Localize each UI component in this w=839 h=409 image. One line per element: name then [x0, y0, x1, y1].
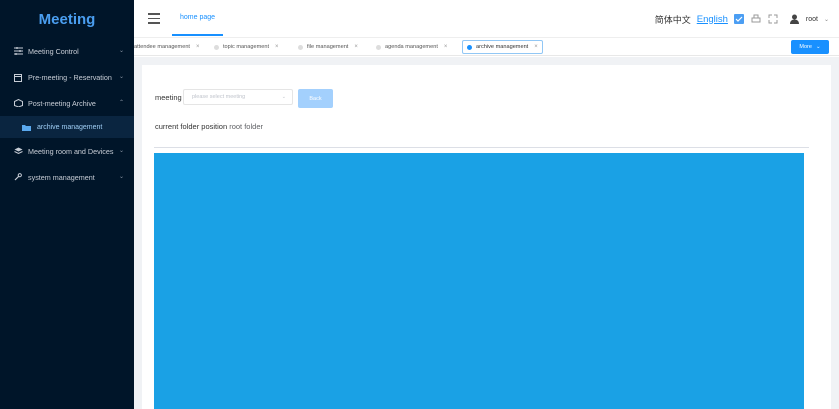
tab-topic-management[interactable]: topic management ×: [210, 40, 283, 54]
sidebar-item-system-management[interactable]: system management ⌄: [0, 164, 134, 190]
chevron-down-icon: ⌄: [118, 74, 124, 80]
tab-label: topic management: [223, 44, 270, 50]
chevron-down-icon: ⌄: [118, 148, 124, 154]
more-label: More: [799, 44, 812, 50]
file-list-panel[interactable]: [154, 153, 804, 409]
tab-attendee-management[interactable]: attendee management ×: [130, 40, 204, 54]
sidebar-item-pre-meeting[interactable]: Pre-meeting - Reservation ⌄: [0, 64, 134, 90]
close-icon[interactable]: ×: [196, 44, 200, 50]
tab-file-management[interactable]: file management ×: [294, 40, 362, 54]
calendar-icon: [13, 72, 23, 82]
close-icon[interactable]: ×: [354, 44, 358, 50]
tab-dot-icon: [214, 44, 219, 50]
layers-icon: [13, 146, 23, 156]
user-icon[interactable]: [789, 14, 800, 25]
chevron-down-icon: ⌄: [281, 94, 286, 100]
chevron-up-icon: ⌃: [118, 100, 124, 106]
sidebar-item-label: Meeting room and Devices: [28, 146, 114, 156]
tab-archive-management[interactable]: archive management ×: [462, 40, 543, 54]
sidebar-item-label: Meeting Control: [28, 46, 79, 56]
folder-position: current folder position root folder: [155, 122, 263, 131]
folder-icon: [22, 122, 32, 132]
sidebar-item-meeting-room[interactable]: Meeting room and Devices ⌄: [0, 138, 134, 164]
header-actions: 简体中文 English root ⌄: [655, 0, 829, 38]
language-chinese-link[interactable]: 简体中文: [655, 13, 691, 26]
close-icon[interactable]: ×: [444, 44, 448, 50]
tab-dot-icon: [376, 44, 381, 50]
menu-toggle-icon[interactable]: [148, 13, 160, 24]
tab-dot-icon: [298, 44, 303, 50]
chevron-down-icon: ⌄: [118, 174, 124, 180]
tab-dot-icon: [467, 44, 472, 50]
checkbox-icon[interactable]: [734, 14, 745, 25]
close-icon[interactable]: ×: [275, 44, 279, 50]
wrench-icon: [13, 172, 23, 182]
content-card: meeting please select meeting ⌄ Back cur…: [142, 65, 831, 409]
meeting-label: meeting: [155, 93, 182, 102]
sidebar-item-label: Pre-meeting - Reservation: [28, 72, 112, 82]
sidebar-item-meeting-control[interactable]: Meeting Control ⌄: [0, 38, 134, 64]
chevron-down-icon[interactable]: ⌄: [824, 16, 829, 23]
chevron-down-icon: ⌄: [815, 44, 821, 50]
folder-position-value: root folder: [229, 122, 263, 131]
sidebar-item-label: system management: [28, 172, 95, 182]
sidebar: Meeting Meeting Control ⌄ Pre-meeting - …: [0, 0, 134, 409]
divider: [154, 147, 809, 148]
print-icon[interactable]: [751, 14, 762, 25]
sidebar-item-label: archive management: [37, 123, 103, 131]
language-english-link[interactable]: English: [697, 14, 728, 25]
tab-label: file management: [307, 44, 349, 50]
tab-label: archive management: [476, 44, 529, 50]
back-button[interactable]: Back: [298, 89, 333, 108]
sidebar-item-post-meeting[interactable]: Post-meeting Archive ⌃: [0, 90, 134, 116]
user-name[interactable]: root: [806, 16, 818, 23]
tab-agenda-management[interactable]: agenda management ×: [372, 40, 451, 54]
app-logo: Meeting: [38, 10, 96, 28]
archive-box-icon: [13, 98, 23, 108]
folder-position-label: current folder position: [155, 122, 228, 131]
sidebar-item-archive-management[interactable]: archive management: [0, 116, 134, 138]
tab-bar: attendee management × topic management ×…: [134, 38, 839, 56]
main-area: meeting please select meeting ⌄ Back cur…: [134, 57, 839, 409]
top-header: home page 简体中文 English root ⌄: [134, 0, 839, 38]
submenu-post-meeting: archive management: [0, 116, 134, 138]
meeting-select[interactable]: please select meeting ⌄: [183, 89, 293, 105]
sidebar-item-label: Post-meeting Archive: [28, 98, 96, 108]
chevron-down-icon: ⌄: [118, 48, 124, 54]
close-icon[interactable]: ×: [534, 44, 538, 50]
more-button[interactable]: More ⌄: [791, 40, 829, 54]
meeting-select-placeholder: please select meeting: [192, 94, 246, 100]
tab-label: agenda management: [385, 44, 438, 50]
tab-home-page[interactable]: home page: [172, 0, 224, 36]
tab-label: attendee management: [134, 44, 190, 50]
fullscreen-icon[interactable]: [768, 14, 779, 25]
sliders-icon: [13, 46, 23, 56]
